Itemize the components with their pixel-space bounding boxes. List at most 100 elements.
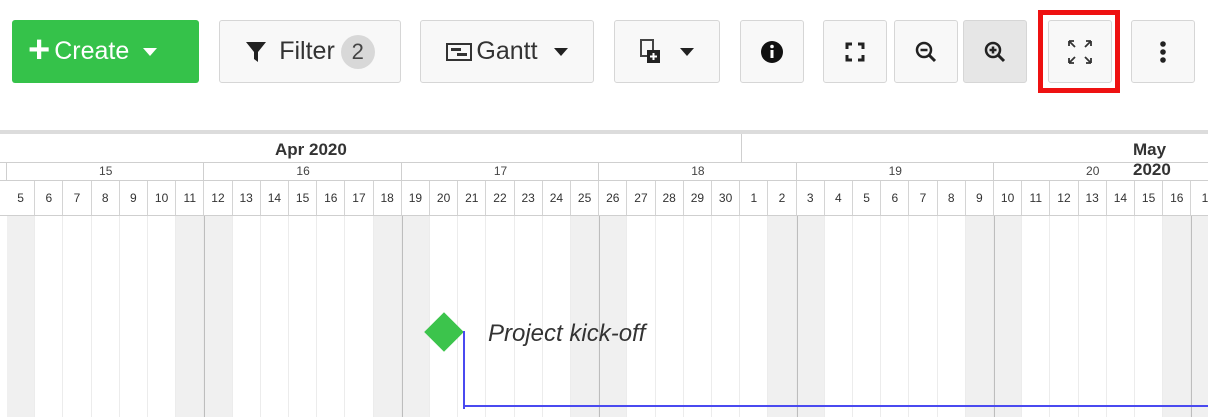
day-cell: 26 xyxy=(599,181,628,215)
day-cell: 30 xyxy=(712,181,741,215)
week-separator xyxy=(993,163,994,180)
day-column xyxy=(796,216,825,417)
day-column xyxy=(261,216,289,417)
zoom-out-button[interactable] xyxy=(894,20,958,83)
fit-to-screen-icon xyxy=(845,42,865,61)
day-column xyxy=(120,216,148,417)
day-cell: 18 xyxy=(374,181,402,215)
day-cell: 10 xyxy=(994,181,1023,215)
day-cell: 27 xyxy=(627,181,656,215)
more-vertical-icon xyxy=(1160,40,1166,63)
day-column xyxy=(1191,216,1208,417)
day-cell: 25 xyxy=(571,181,600,215)
day-cell: 28 xyxy=(656,181,684,215)
milestone-label[interactable]: Project kick-off xyxy=(488,320,645,348)
week-label: 17 xyxy=(493,164,508,178)
day-column xyxy=(486,216,515,417)
view-select-button[interactable]: Gantt xyxy=(420,20,594,83)
day-column xyxy=(1079,216,1107,417)
zoom-in-button[interactable] xyxy=(963,20,1027,83)
week-label: 18 xyxy=(691,164,705,178)
day-column xyxy=(176,216,205,417)
day-column xyxy=(938,216,966,417)
day-column xyxy=(1135,216,1164,417)
day-column xyxy=(1163,216,1192,417)
day-cell: 1 xyxy=(1191,181,1208,215)
day-column xyxy=(1022,216,1051,417)
day-cell: 8 xyxy=(938,181,966,215)
day-column xyxy=(92,216,120,417)
gantt-chart: Apr 2020 May 2020 15 16 17 18 19 20 5 6 7 8 9 10 11… xyxy=(0,130,1208,417)
day-cell: 20 xyxy=(430,181,459,215)
chevron-down-icon xyxy=(680,47,694,56)
fit-button[interactable] xyxy=(823,20,887,83)
dependency-line xyxy=(463,405,1208,407)
more-button[interactable] xyxy=(1131,20,1195,83)
day-cell: 12 xyxy=(1050,181,1079,215)
month-separator xyxy=(741,134,742,162)
day-cell: 14 xyxy=(261,181,289,215)
day-cell: 15 xyxy=(289,181,318,215)
day-row: 5 6 7 8 9 10 11 12 13 14 15 16 17 18 19 20 21 22 23 24 25 26 2… xyxy=(0,181,1208,216)
week-separator xyxy=(6,163,7,180)
day-cell: 2 xyxy=(768,181,797,215)
day-cell: 9 xyxy=(120,181,148,215)
zoom-out-icon xyxy=(915,41,937,62)
day-column xyxy=(317,216,346,417)
day-column xyxy=(684,216,712,417)
day-column xyxy=(994,216,1023,417)
day-cell: 11 xyxy=(1022,181,1051,215)
gantt-body xyxy=(0,216,1208,417)
day-cell: 13 xyxy=(233,181,261,215)
day-cell: 1 xyxy=(740,181,769,215)
zoom-in-icon xyxy=(984,41,1006,62)
chevron-down-icon xyxy=(143,47,158,56)
filter-button[interactable]: Filter 2 xyxy=(219,20,401,83)
export-button[interactable] xyxy=(614,20,720,83)
day-cell: 13 xyxy=(1079,181,1107,215)
day-cell: 9 xyxy=(966,181,994,215)
day-column xyxy=(345,216,374,417)
week-separator xyxy=(203,163,205,180)
day-cell: 8 xyxy=(92,181,120,215)
day-cell: 7 xyxy=(63,181,92,215)
gantt-view-icon xyxy=(446,42,473,61)
week-separator xyxy=(400,163,402,180)
fullscreen-icon xyxy=(1068,39,1092,64)
filter-icon xyxy=(246,41,267,62)
day-cell: 17 xyxy=(345,181,374,215)
day-cell: 3 xyxy=(797,181,825,215)
day-column xyxy=(233,216,261,417)
toolbar: + Create Filter 2 Gantt xyxy=(0,0,1208,100)
day-column xyxy=(543,216,571,417)
info-icon xyxy=(761,40,783,63)
week-separator xyxy=(795,163,797,180)
info-button[interactable] xyxy=(740,20,804,83)
day-cell: 22 xyxy=(486,181,515,215)
filter-count-badge: 2 xyxy=(340,34,375,69)
day-cell: 14 xyxy=(1107,181,1135,215)
day-column xyxy=(768,216,797,417)
day-column xyxy=(373,216,402,417)
day-cell: 10 xyxy=(148,181,177,215)
day-column xyxy=(7,216,36,417)
fullscreen-button[interactable] xyxy=(1048,20,1112,83)
day-cell: 6 xyxy=(35,181,64,215)
day-column xyxy=(656,216,684,417)
day-column xyxy=(599,216,628,417)
day-cell: 29 xyxy=(684,181,712,215)
day-column xyxy=(627,216,656,417)
day-column xyxy=(148,216,177,417)
day-cell: 16 xyxy=(1163,181,1192,215)
filter-label: Filter xyxy=(279,37,335,65)
day-column xyxy=(289,216,318,417)
dependency-line xyxy=(463,331,465,409)
view-label: Gantt xyxy=(476,37,538,65)
create-button[interactable]: + Create xyxy=(12,20,199,83)
day-column xyxy=(740,216,769,417)
day-column xyxy=(1050,216,1079,417)
day-cell: 5 xyxy=(853,181,882,215)
day-column xyxy=(571,216,600,417)
week-label: 19 xyxy=(888,164,902,178)
day-cell: 6 xyxy=(881,181,910,215)
